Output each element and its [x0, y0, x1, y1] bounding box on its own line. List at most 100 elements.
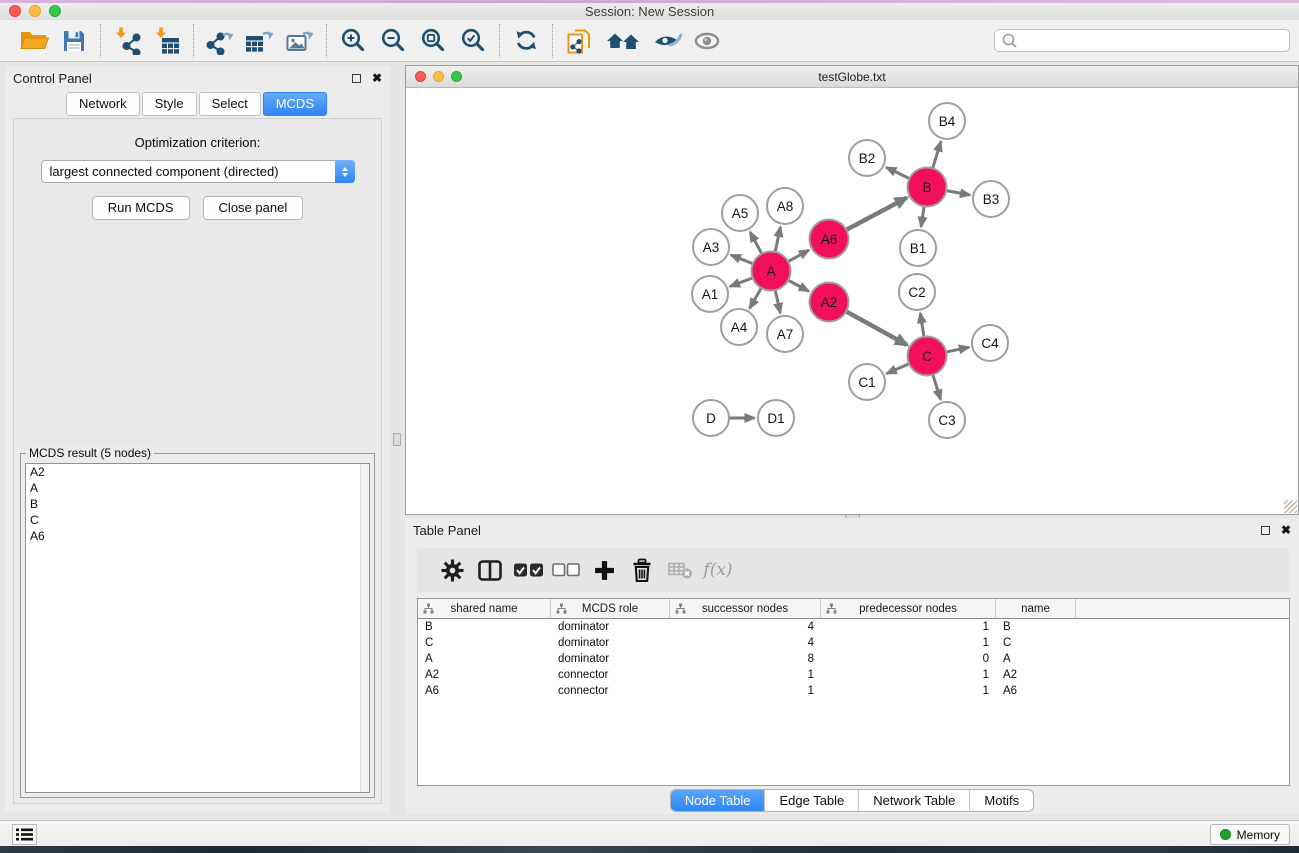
tab-select[interactable]: Select	[199, 92, 261, 116]
mcds-result-item[interactable]: A2	[26, 464, 369, 480]
open-file-button[interactable]	[18, 25, 50, 57]
export-network-button[interactable]	[204, 25, 236, 57]
graph-node-B[interactable]: B	[908, 168, 947, 207]
table-cell: A	[996, 653, 1076, 665]
table-row[interactable]: A6connector11A6	[418, 683, 1289, 699]
svg-text:C4: C4	[981, 336, 999, 351]
import-network-button[interactable]	[111, 25, 143, 57]
scrollbar-track[interactable]	[360, 464, 369, 792]
table-row[interactable]: Cdominator41C	[418, 635, 1289, 651]
column-header-successor-nodes[interactable]: successor nodes	[670, 599, 821, 618]
close-panel-button[interactable]: Close panel	[203, 196, 304, 220]
delete-row-button[interactable]	[623, 558, 661, 583]
node-table: shared name MCDS role successor nodes pr…	[417, 598, 1290, 786]
graph-node-A1[interactable]: A1	[692, 276, 728, 312]
toggle-graphics-details-button[interactable]	[651, 25, 683, 57]
vertical-splitter-handle[interactable]	[393, 433, 401, 446]
show-column-button[interactable]	[471, 560, 509, 581]
graph-node-B2[interactable]: B2	[849, 140, 885, 176]
graph-node-C3[interactable]: C3	[929, 402, 965, 438]
tab-node-table[interactable]: Node Table	[671, 790, 765, 811]
graph-node-B3[interactable]: B3	[973, 181, 1009, 217]
show-details-button[interactable]	[691, 25, 723, 57]
network-zoom-button[interactable]	[451, 71, 462, 82]
network-minimize-button[interactable]	[433, 71, 444, 82]
table-row[interactable]: Adominator80A	[418, 651, 1289, 667]
mcds-result-item[interactable]: B	[26, 496, 369, 512]
network-window-titlebar[interactable]: testGlobe.txt	[406, 66, 1298, 88]
svg-text:C: C	[922, 349, 932, 364]
zoom-in-button[interactable]	[337, 25, 369, 57]
add-row-button[interactable]	[585, 559, 623, 582]
export-image-button[interactable]	[284, 25, 316, 57]
mcds-result-item[interactable]: A6	[26, 528, 369, 544]
zoom-fit-button[interactable]	[417, 25, 449, 57]
refresh-button[interactable]	[510, 25, 542, 57]
tab-network[interactable]: Network	[66, 92, 140, 116]
zoom-out-button[interactable]	[377, 25, 409, 57]
float-panel-icon[interactable]	[352, 74, 361, 83]
save-session-button[interactable]	[58, 25, 90, 57]
deselect-all-button[interactable]	[547, 563, 585, 577]
network-close-button[interactable]	[415, 71, 426, 82]
graph-node-B4[interactable]: B4	[929, 103, 965, 139]
table-row[interactable]: A2connector11A2	[418, 667, 1289, 683]
graph-node-A6[interactable]: A6	[810, 220, 849, 259]
delete-table-button-disabled[interactable]	[661, 560, 699, 580]
graph-node-D1[interactable]: D1	[758, 400, 794, 436]
import-table-button[interactable]	[151, 25, 183, 57]
close-panel-icon[interactable]: ✖	[372, 72, 382, 84]
task-history-button[interactable]	[12, 824, 37, 845]
graph-node-A2[interactable]: A2	[810, 283, 849, 322]
clone-network-button[interactable]	[563, 25, 595, 57]
column-header-name[interactable]: name	[996, 599, 1076, 618]
graph-node-A5[interactable]: A5	[722, 195, 758, 231]
table-cell: B	[996, 621, 1076, 633]
column-header-shared-name[interactable]: shared name	[418, 599, 551, 618]
column-header-mcds-role[interactable]: MCDS role	[551, 599, 670, 618]
tab-network-table[interactable]: Network Table	[858, 790, 969, 811]
svg-text:B1: B1	[910, 241, 927, 256]
window-resize-grip[interactable]	[1284, 500, 1297, 513]
tab-mcds[interactable]: MCDS	[263, 92, 327, 116]
search-field[interactable]	[994, 29, 1290, 52]
memory-button[interactable]: Memory	[1210, 824, 1290, 845]
graph-node-A[interactable]: A	[752, 252, 791, 291]
zoom-selected-button[interactable]	[457, 25, 489, 57]
network-canvas[interactable]: A A1 A2 A3 A4 A5 A6 A7 A8 B B1 B2 B3	[406, 88, 1298, 514]
column-header-predecessor-nodes[interactable]: predecessor nodes	[821, 599, 996, 618]
graph-node-C[interactable]: C	[908, 337, 947, 376]
float-panel-icon[interactable]	[1261, 526, 1270, 535]
mcds-result-item[interactable]: A	[26, 480, 369, 496]
graph-node-C4[interactable]: C4	[972, 325, 1008, 361]
graph-node-A8[interactable]: A8	[767, 188, 803, 224]
run-mcds-button[interactable]: Run MCDS	[92, 196, 190, 220]
table-cell: 1	[821, 685, 996, 697]
network-view-window: testGlobe.txt A A1 A2 A3 A4 A5 A6 A7 A8	[405, 65, 1299, 515]
tab-edge-table[interactable]: Edge Table	[764, 790, 858, 811]
close-panel-icon[interactable]: ✖	[1281, 524, 1291, 536]
graph-node-C2[interactable]: C2	[899, 274, 935, 310]
function-builder-button-disabled[interactable]: f(x)	[699, 560, 737, 580]
delete-table-icon	[667, 560, 693, 580]
tab-style[interactable]: Style	[142, 92, 197, 116]
criterion-dropdown[interactable]: largest connected component (directed)	[41, 160, 355, 183]
svg-text:A1: A1	[702, 287, 719, 302]
graph-node-D[interactable]: D	[693, 400, 729, 436]
graph-node-A7[interactable]: A7	[767, 316, 803, 352]
table-cell: A2	[996, 669, 1076, 681]
svg-text:A3: A3	[703, 240, 720, 255]
table-settings-button[interactable]	[433, 559, 471, 582]
checked-boxes-icon	[513, 562, 544, 578]
tab-motifs[interactable]: Motifs	[969, 790, 1033, 811]
mcds-result-item[interactable]: C	[26, 512, 369, 528]
graph-node-B1[interactable]: B1	[900, 230, 936, 266]
graph-node-A3[interactable]: A3	[693, 229, 729, 265]
export-table-button[interactable]	[244, 25, 276, 57]
table-row[interactable]: Bdominator41B	[418, 619, 1289, 635]
select-all-button[interactable]	[509, 562, 547, 578]
home-view-button[interactable]	[603, 25, 643, 57]
search-input[interactable]	[1018, 31, 1289, 50]
graph-node-A4[interactable]: A4	[721, 309, 757, 345]
graph-node-C1[interactable]: C1	[849, 364, 885, 400]
